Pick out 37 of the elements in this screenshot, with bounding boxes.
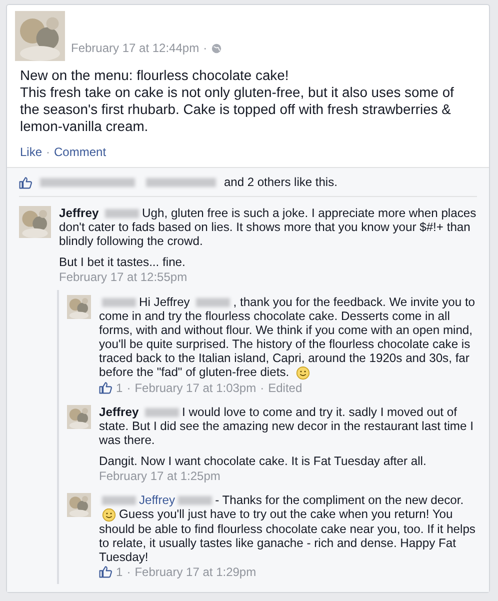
edited-label: Edited bbox=[268, 380, 302, 395]
action-link[interactable]: Comment bbox=[54, 145, 106, 159]
separator: · bbox=[203, 41, 208, 55]
separator: · bbox=[126, 380, 131, 395]
separator: · bbox=[126, 564, 131, 579]
comment-text: Dangit. Now I want chocolate cake. It is Fat Tuesday after all. bbox=[99, 454, 428, 468]
thumbs-up-icon bbox=[99, 565, 112, 578]
comment-text: Hi Jeffrey , thank you for the feedback. We invite you to come in and try the flourless chocolate cake. Desserts come in all forms, with and without flour. We think if you come with an open mind, you'll be quite surprised. The history of the flourless chocolate cake is traced back to the Italian island, Capri, around the 1920s and 30s, far before the "fad" of gluten-free diets. bbox=[99, 295, 476, 380]
redaction-mark bbox=[145, 408, 180, 418]
smiley-icon bbox=[102, 508, 116, 522]
redaction-mark bbox=[102, 298, 136, 308]
comment-text: Jeffrey - Thanks for the compliment on the new decor. Guess you'll just have to try out the cake when you return! You should be able to find flourless chocolate cake near you, too. If it helps to relate, it usually tastes like ganache - rich and dense. Happy Fat Tuesday! bbox=[99, 492, 476, 564]
mention-link[interactable]: Jeffrey bbox=[139, 492, 176, 507]
redaction-mark bbox=[102, 496, 136, 506]
like-count: 1 bbox=[116, 564, 123, 579]
action-link[interactable]: Like bbox=[20, 145, 42, 159]
comment-time: February 17 at 1:25pm bbox=[99, 468, 220, 483]
comment-text: Jeffrey Ugh, gluten free is such a joke. I appreciate more when places don't cater to fads based on lies. It shows more that you know your $#!+ than blindly following the crowd. bbox=[59, 206, 477, 248]
redaction-mark bbox=[196, 298, 230, 308]
redaction-mark bbox=[105, 209, 140, 218]
globe-icon bbox=[211, 42, 222, 54]
post-text: This fresh take on cake is not only gluten-free, but it also uses some of the season's first rhubarb. Cake is topped off with fresh strawberries & lemon-vanilla cream. bbox=[20, 84, 455, 135]
redaction-mark bbox=[146, 178, 216, 186]
comment-time: February 17 at 1:03pm bbox=[134, 380, 256, 395]
thumbs-up-icon bbox=[19, 176, 32, 188]
separator: · bbox=[46, 145, 50, 159]
likes-summary: and 2 others like this. bbox=[224, 175, 338, 189]
separator: · bbox=[260, 380, 264, 395]
comment-time: February 17 at 12:55pm bbox=[59, 270, 188, 284]
comment-time: February 17 at 1:29pm bbox=[134, 564, 256, 579]
comment-text: But I bet it tastes... fine. bbox=[59, 255, 186, 269]
comment-text: Jeffrey I would love to come and try it. sadly I moved out of state. But I did see the amazing new decor in the restaurant last time I was there. bbox=[99, 404, 474, 447]
redaction-mark bbox=[178, 496, 212, 506]
post-text: New on the menu: flourless chocolate cake! bbox=[20, 67, 290, 84]
smiley-icon bbox=[296, 366, 310, 380]
like-count: 1 bbox=[116, 380, 123, 395]
thumbs-up-icon bbox=[99, 381, 112, 394]
